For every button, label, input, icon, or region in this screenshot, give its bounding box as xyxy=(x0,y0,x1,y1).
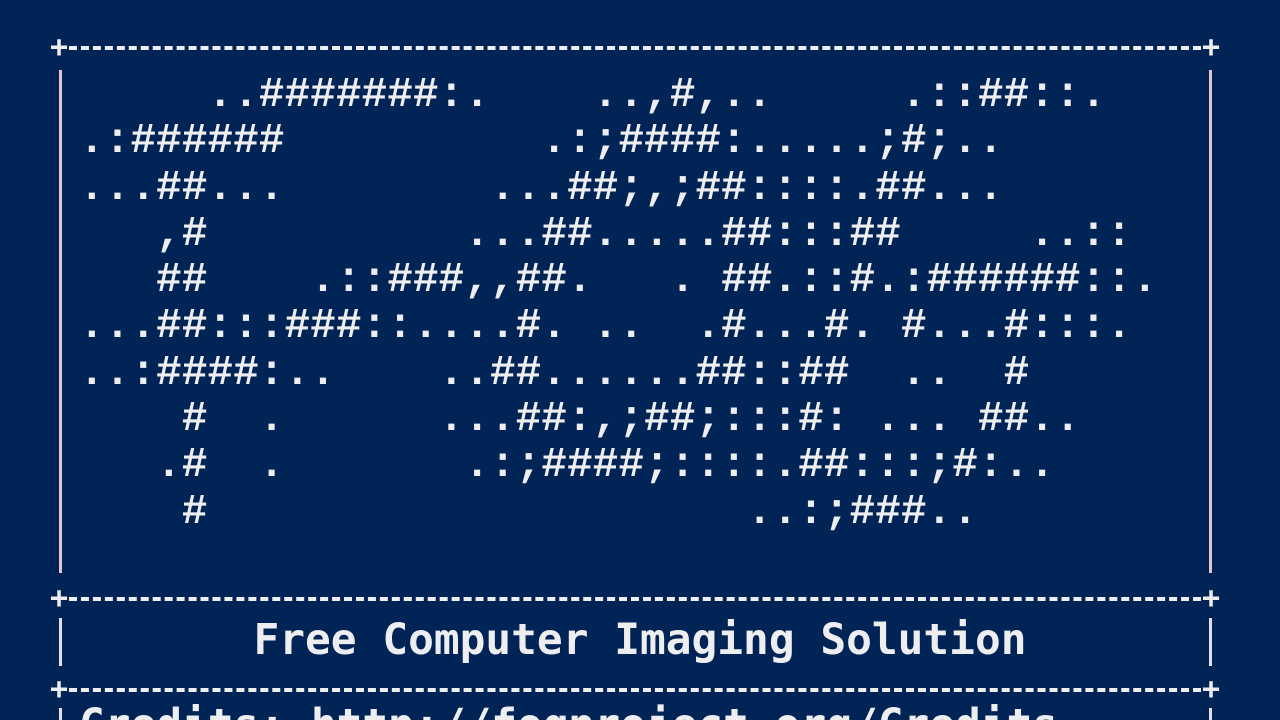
banner-top-border: + + xyxy=(49,30,1221,65)
banner-title: Free Computer Imaging Solution xyxy=(253,615,1027,665)
ascii-art-line: # . ...##:,;##;:::#: ... ##.. xyxy=(79,394,1081,444)
ascii-art-line: ...##... ...##;,;##::::.##... xyxy=(79,162,1004,212)
banner-right-border xyxy=(1209,70,1212,573)
border-dashes xyxy=(69,688,1201,692)
banner-lower-border: + + xyxy=(49,672,1221,707)
ascii-art-line: ## .::###,,##. . ##.::#.:######::. xyxy=(79,255,1158,305)
banner-middle-border: + + xyxy=(49,581,1221,616)
border-corner: + xyxy=(1201,30,1221,65)
ascii-art-line: ,# ...##.....##:::## ..:: xyxy=(79,208,1132,258)
border-corner: + xyxy=(49,30,69,65)
ascii-art-line: ..:####:.. ..##......##::## .. # xyxy=(79,347,1030,397)
border-corner: + xyxy=(1201,581,1221,616)
border-corner: + xyxy=(49,672,69,707)
border-corner: + xyxy=(49,581,69,616)
banner-credits: Credits: http://fogproject.org/Credits xyxy=(79,700,1058,720)
fog-ascii-art: ..#######:. ..,#,.. .::##::. .:###### .:… xyxy=(79,70,1158,536)
credits-left-border xyxy=(59,708,62,720)
powershell-console: + + ..#######:. ..,#,.. .::##::. .:#####… xyxy=(0,0,1280,720)
border-dashes xyxy=(69,46,1201,50)
ascii-art-line: ..#######:. ..,#,.. .::##::. xyxy=(79,70,1107,119)
border-corner: + xyxy=(1201,672,1221,707)
banner-left-border xyxy=(59,70,62,573)
ascii-art-line: .# . .:;####;::::.##:::;#:.. xyxy=(79,440,1055,490)
credits-right-border xyxy=(1209,708,1212,720)
border-dashes xyxy=(69,597,1201,601)
ascii-art-line: ...##:::###::....#. .. .#...#. #...#:::. xyxy=(79,301,1132,351)
ascii-art-line: # ..:;###.. xyxy=(79,486,978,536)
ascii-art-line: .:###### .:;####:.....;#;.. xyxy=(79,116,1004,166)
